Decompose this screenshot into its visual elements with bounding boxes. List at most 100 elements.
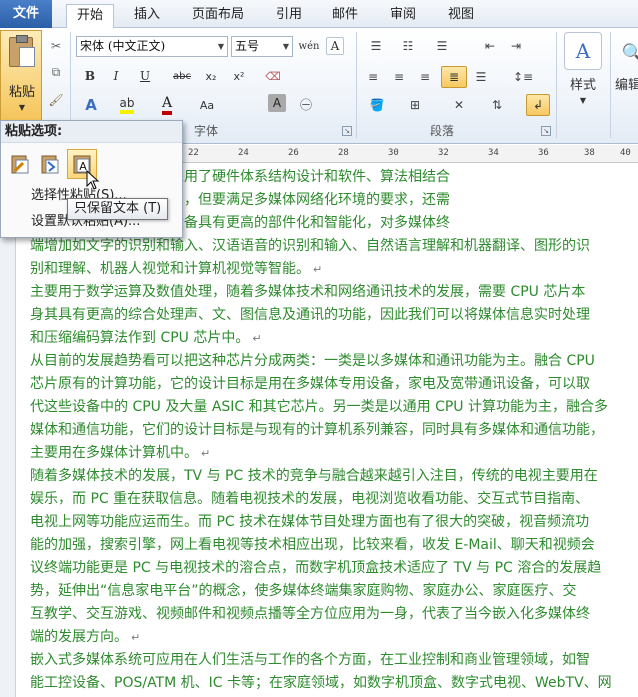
find-icon[interactable]: 🔍 <box>618 38 638 68</box>
align-right-icon[interactable]: ≡ <box>414 66 436 88</box>
superscript-button[interactable]: x² <box>228 66 250 86</box>
numbering-icon[interactable]: ☷ <box>394 36 422 56</box>
multilevel-list-icon[interactable]: ☰ <box>428 36 456 56</box>
document-line-text: 别和理解、机器人视觉和计算机视觉等智能。 <box>30 261 310 277</box>
merge-formatting-option[interactable] <box>35 149 65 179</box>
document-line[interactable]: 和压缩编码算法作到 CPU 芯片中。 ↵ <box>30 326 262 350</box>
font-dialog-launcher-icon[interactable]: ↘ <box>342 126 352 136</box>
ruler-tick: 30 <box>388 148 399 158</box>
tab-review[interactable]: 审阅 <box>382 4 424 28</box>
document-line[interactable]: 媒体和通信功能，它们的设计目标是与现有的计算机系列兼容，同时具有多媒体和通信功能… <box>30 418 604 442</box>
vertical-ruler[interactable] <box>0 163 16 697</box>
align-center-icon[interactable]: ≡ <box>388 66 410 88</box>
italic-button[interactable]: I <box>106 66 126 86</box>
tab-insert[interactable]: 插入 <box>126 4 168 28</box>
merge-formatting-icon <box>41 155 59 174</box>
document-line[interactable]: 能工控设备、POS/ATM 机、IC 卡等；在家庭领域，如数字机顶盒、数字式电视… <box>30 671 612 695</box>
document-line[interactable]: 代这些设备中的 CPU 及大量 ASIC 和其它芯片。另一类是以通用 CPU 计… <box>30 395 608 419</box>
underline-button[interactable]: U <box>132 66 158 86</box>
increase-indent-icon[interactable]: ⇥ <box>506 36 526 56</box>
document-line[interactable]: 势，延伸出“信息家电平台”的概念，使多媒体终端集家庭购物、家庭办公、家庭医疗、交 <box>30 579 577 603</box>
ruler-tick: 40 <box>620 148 631 158</box>
highlight-color-button[interactable]: ab <box>112 94 142 116</box>
copy-icon[interactable]: ⧉ <box>46 62 66 82</box>
line-spacing-icon[interactable]: ↕≡ <box>508 66 538 88</box>
document-line[interactable]: 主要用于数学运算及数值处理，随着多媒体技术和网络通讯技术的发展，需要 CPU 芯… <box>30 280 585 304</box>
document-line[interactable]: 娱乐，而 PC 重在获取信息。随着电视技术的发展，电视浏览收看功能、交互式节目指… <box>30 487 589 511</box>
cut-icon[interactable]: ✂ <box>46 36 66 56</box>
document-line-text: 互教学、交互游戏、视频邮件和视频点播等全方位应用为一身，代表了当今嵌入化多媒体终 <box>30 606 590 622</box>
font-color-icon: A <box>161 95 173 115</box>
document-page[interactable]: 软件不断改进，尤其是采用了硬件体系结构设计和软件、算法相结合 机的性能指标进一步提… <box>30 163 638 697</box>
tab-page-layout[interactable]: 页面布局 <box>180 4 256 28</box>
document-line[interactable]: 主要用在多媒体计算机中。 ↵ <box>30 441 210 465</box>
document-line[interactable]: 别和理解、机器人视觉和计算机视觉等智能。 ↵ <box>30 257 322 281</box>
bold-button[interactable]: B <box>80 66 100 86</box>
text-effects-button[interactable]: A <box>80 94 102 116</box>
document-line[interactable]: 芯片原有的计算功能，它的设计目标是用在多媒体专用设备，家电及宽带通讯设备，可以取 <box>30 372 590 396</box>
borders-icon[interactable]: ⊞ <box>400 94 430 116</box>
bullets-icon[interactable]: ☰ <box>362 36 390 56</box>
character-border-button[interactable]: A <box>326 37 344 55</box>
tab-home[interactable]: 开始 <box>66 4 114 29</box>
ruler-tick: 26 <box>288 148 299 158</box>
group-separator <box>356 32 357 138</box>
justify-icon[interactable]: ≣ <box>441 66 467 88</box>
font-color-button[interactable]: A <box>152 94 182 116</box>
paragraph-mark-icon: ↵ <box>201 447 211 460</box>
phonetic-guide-button[interactable]: wén <box>298 36 320 57</box>
font-name-combo[interactable]: 宋体 (中文正文) ▼ <box>76 36 228 57</box>
document-line-text: 身其具有更高的综合处理声、文、图信息及通讯的功能，因此我们可以将媒体信息实时处理 <box>30 307 590 323</box>
document-line[interactable]: 随着多媒体技术的发展，TV 与 PC 技术的竞争与融合越来越引入注目，传统的电视… <box>30 464 598 488</box>
chinese-layout-icon[interactable]: ✕ <box>444 94 474 116</box>
document-line[interactable]: 议终端功能更是 PC 与电视技术的溶合点，而数字机顶盒技术适应了 TV 与 PC… <box>30 556 601 580</box>
paragraph-dialog-launcher-icon[interactable]: ↘ <box>541 126 551 136</box>
ruler-tick: 22 <box>188 148 199 158</box>
document-line-text: 主要用于数学运算及数值处理，随着多媒体技术和网络通讯技术的发展，需要 CPU 芯… <box>30 284 586 300</box>
document-line[interactable]: 能的加强，搜索引擎，网上看电视等技术相应出现，比较来看，收发 E-Mail、聊天… <box>30 533 595 557</box>
character-shading-button[interactable]: A <box>268 94 286 112</box>
show-formatting-marks-icon[interactable]: ↲ <box>526 94 550 116</box>
document-line-text: 电视上网等功能应运而生。而 PC 技术在媒体节目处理方面也有了很大的突破，视音频… <box>30 514 590 530</box>
tab-view[interactable]: 视图 <box>440 4 482 28</box>
tab-mailings[interactable]: 邮件 <box>324 4 366 28</box>
paragraph-mark-icon: ↵ <box>131 631 141 644</box>
clear-formatting-icon[interactable]: ⌫ <box>262 66 284 86</box>
paragraph-mark-icon: ↵ <box>313 263 323 276</box>
chevron-down-icon[interactable]: ▼ <box>560 94 606 106</box>
decrease-indent-icon[interactable]: ⇤ <box>480 36 500 56</box>
paste-button[interactable]: 粘贴 ▼ <box>0 30 42 122</box>
keep-source-formatting-option[interactable] <box>5 149 35 179</box>
shading-icon[interactable]: 🪣 <box>362 94 392 116</box>
editing-label[interactable]: 编辑 <box>614 74 638 93</box>
distributed-icon[interactable]: ☰ <box>470 66 492 88</box>
enclose-character-icon[interactable]: ㊀ <box>296 94 316 114</box>
ruler-tick: 38 <box>584 148 595 158</box>
document-line[interactable]: 嵌入式多媒体系统可应用在人们生活与工作的各个方面，在工业控制和商业管理领域，如智 <box>30 648 590 672</box>
strikethrough-button[interactable]: abc <box>168 66 196 86</box>
paste-dropdown-arrow-icon[interactable]: ▼ <box>1 103 43 112</box>
styles-gallery-button[interactable]: A <box>564 32 602 70</box>
format-painter-icon[interactable]: 🖌 <box>46 90 66 110</box>
subscript-button[interactable]: x₂ <box>200 66 222 86</box>
document-line[interactable]: 互教学、交互游戏、视频邮件和视频点播等全方位应用为一身，代表了当今嵌入化多媒体终 <box>30 602 590 626</box>
document-line-text: 主要用在多媒体计算机中。 <box>30 445 198 461</box>
paste-label: 粘贴 <box>8 85 35 100</box>
font-size-combo[interactable]: 五号 ▼ <box>231 36 293 57</box>
document-line-text: 娱乐，而 PC 重在获取信息。随着电视技术的发展，电视浏览收看功能、交互式节目指… <box>30 491 590 507</box>
ruler-tick: 28 <box>338 148 349 158</box>
document-line[interactable]: 电视上网等功能应运而生。而 PC 技术在媒体节目处理方面也有了很大的突破，视音频… <box>30 510 589 534</box>
document-line[interactable]: 从目前的发展趋势看可以把这种芯片分成两类：一类是以多媒体和通讯功能为主。融合 C… <box>30 349 595 373</box>
tab-references[interactable]: 引用 <box>268 4 310 28</box>
align-left-icon[interactable]: ≡ <box>362 66 384 88</box>
change-case-button[interactable]: Aa <box>194 94 220 116</box>
document-line[interactable]: 端的发展方向。 ↵ <box>30 625 140 649</box>
styles-label[interactable]: 样式 <box>560 74 606 93</box>
sort-icon[interactable]: ⇅ <box>486 94 508 116</box>
tab-file[interactable]: 文件 <box>0 0 52 28</box>
paragraph-mark-icon: ↵ <box>252 332 262 345</box>
mouse-pointer-icon <box>86 170 100 190</box>
document-line-text: 随着多媒体技术的发展，TV 与 PC 技术的竞争与融合越来越引入注目，传统的电视… <box>30 468 598 484</box>
document-line[interactable]: 身其具有更高的综合处理声、文、图信息及通讯的功能，因此我们可以将媒体信息实时处理 <box>30 303 590 327</box>
ribbon-tab-bar: 文件 开始 插入 页面布局 引用 邮件 审阅 视图 <box>0 0 638 29</box>
